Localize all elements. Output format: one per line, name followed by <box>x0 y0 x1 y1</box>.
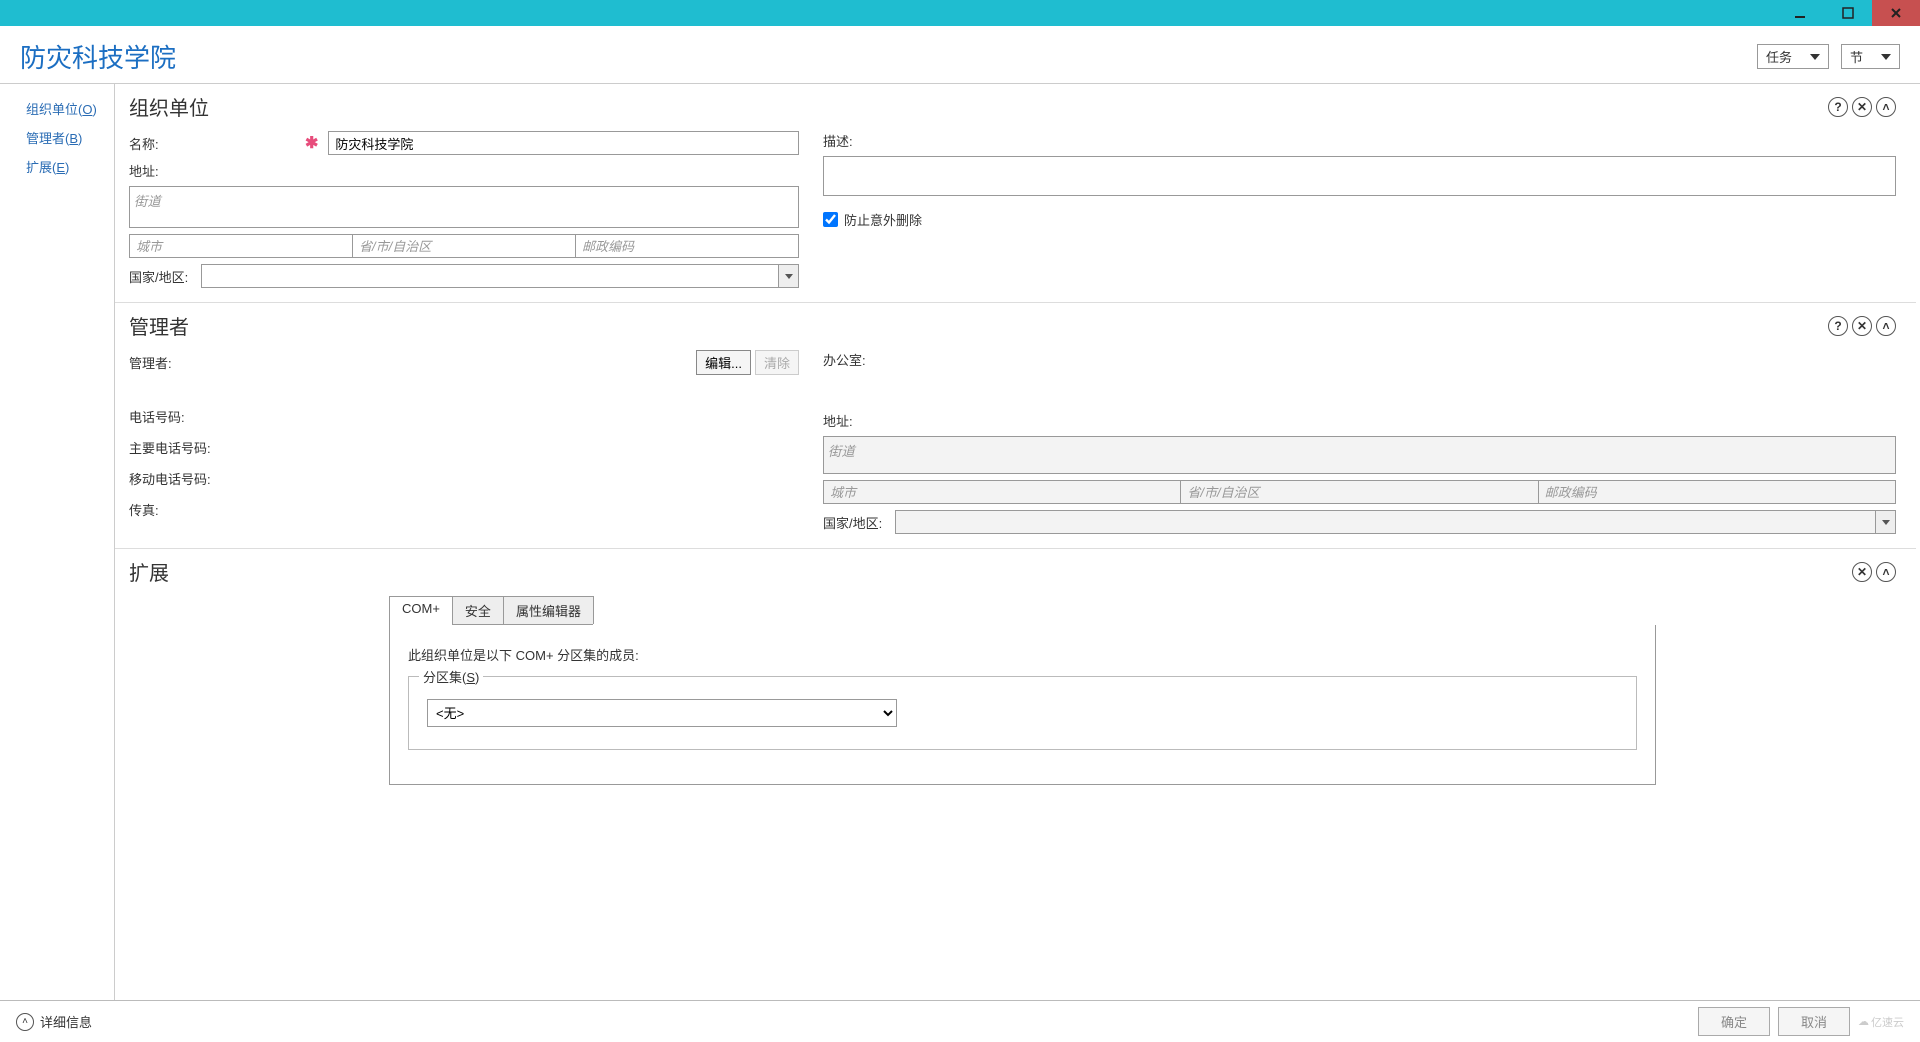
cancel-button[interactable]: 取消 <box>1778 1007 1850 1036</box>
city-input[interactable] <box>129 234 352 258</box>
collapse-icon[interactable]: ˄ <box>1876 562 1896 582</box>
zip-input[interactable] <box>575 234 799 258</box>
protect-checkbox[interactable] <box>823 212 838 227</box>
mgr-zip-input <box>1538 480 1896 504</box>
sidebar-item-extensions[interactable]: 扩展(E) <box>0 152 114 181</box>
mgr-state-input <box>1180 480 1537 504</box>
partition-select[interactable]: <无> <box>427 699 897 727</box>
tab-attribute-editor[interactable]: 属性编辑器 <box>503 596 594 624</box>
section-title-ext: 扩展 <box>129 557 169 586</box>
fax-label: 传真: <box>129 500 249 519</box>
expand-details-icon[interactable]: ˄ <box>16 1013 34 1031</box>
section-extensions: 扩展 ✕ ˄ COM+ 安全 属性编辑器 此组织单位是以下 COM+ 分区集的成… <box>115 549 1916 799</box>
manager-label: 管理者: <box>129 353 249 372</box>
desc-label: 描述: <box>823 131 1896 150</box>
collapse-icon[interactable]: ˄ <box>1876 97 1896 117</box>
sidebar-item-org-unit[interactable]: 组织单位(O) <box>0 94 114 123</box>
country-select[interactable] <box>201 264 779 288</box>
mgr-street-input <box>823 436 1896 474</box>
edit-button[interactable]: 编辑... <box>696 350 751 375</box>
minimize-button[interactable] <box>1776 0 1824 26</box>
tab-security[interactable]: 安全 <box>452 596 504 624</box>
close-section-icon[interactable]: ✕ <box>1852 316 1872 336</box>
section-org-unit: 组织单位 ? ✕ ˄ 名称: ✱ <box>115 84 1916 303</box>
section-title-ou: 组织单位 <box>129 92 209 121</box>
help-icon[interactable]: ? <box>1828 97 1848 117</box>
section-title-mgr: 管理者 <box>129 311 189 340</box>
extension-panel: 此组织单位是以下 COM+ 分区集的成员: 分区集(S) <无> <box>389 625 1656 785</box>
window-titlebar <box>0 0 1920 26</box>
protect-label: 防止意外删除 <box>844 210 922 229</box>
maximize-button[interactable] <box>1824 0 1872 26</box>
mgr-country-select <box>895 510 1876 534</box>
description-input[interactable] <box>823 156 1896 196</box>
mgr-country-dropdown-button <box>1876 510 1896 534</box>
sidebar: 组织单位(O) 管理者(B) 扩展(E) <box>0 84 114 1000</box>
mgr-address-label: 地址: <box>823 411 1896 430</box>
clear-button: 清除 <box>755 350 799 375</box>
close-section-icon[interactable]: ✕ <box>1852 562 1872 582</box>
details-label[interactable]: 详细信息 <box>40 1012 92 1031</box>
com-description: 此组织单位是以下 COM+ 分区集的成员: <box>408 645 1637 664</box>
mgr-city-input <box>823 480 1180 504</box>
main-phone-label: 主要电话号码: <box>129 438 249 457</box>
ok-button[interactable]: 确定 <box>1698 1007 1770 1036</box>
help-icon[interactable]: ? <box>1828 316 1848 336</box>
tab-com-plus[interactable]: COM+ <box>389 596 453 624</box>
sidebar-item-manager[interactable]: 管理者(B) <box>0 123 114 152</box>
phone-label: 电话号码: <box>129 407 249 426</box>
office-label: 办公室: <box>823 350 1896 369</box>
extension-tabs: COM+ 安全 属性编辑器 <box>389 596 593 625</box>
mobile-label: 移动电话号码: <box>129 469 249 488</box>
partition-label: 分区集(S) <box>419 667 483 686</box>
section-manager: 管理者 ? ✕ ˄ 管理者: 编辑... 清除 <box>115 303 1916 549</box>
page-title: 防灾科技学院 <box>20 38 176 75</box>
state-input[interactable] <box>352 234 575 258</box>
sections-dropdown[interactable]: 节 <box>1841 44 1900 69</box>
mgr-country-label: 国家/地区: <box>823 513 889 532</box>
header: 防灾科技学院 任务 节 <box>0 26 1920 83</box>
country-dropdown-button[interactable] <box>779 264 799 288</box>
name-input[interactable] <box>328 131 799 155</box>
form-scroll-area[interactable]: 组织单位 ? ✕ ˄ 名称: ✱ <box>114 84 1920 1000</box>
close-window-button[interactable] <box>1872 0 1920 26</box>
country-label: 国家/地区: <box>129 267 195 286</box>
collapse-icon[interactable]: ˄ <box>1876 316 1896 336</box>
chevron-down-icon <box>1810 54 1820 60</box>
name-label: 名称: <box>129 134 299 153</box>
tasks-dropdown[interactable]: 任务 <box>1757 44 1829 69</box>
street-input[interactable] <box>129 186 799 228</box>
close-section-icon[interactable]: ✕ <box>1852 97 1872 117</box>
chevron-down-icon <box>1881 54 1891 60</box>
footer: ˄ 详细信息 确定 取消 ☁亿速云 <box>0 1000 1920 1042</box>
watermark: ☁亿速云 <box>1858 1014 1904 1030</box>
required-icon: ✱ <box>305 133 318 153</box>
address-label: 地址: <box>129 161 299 180</box>
